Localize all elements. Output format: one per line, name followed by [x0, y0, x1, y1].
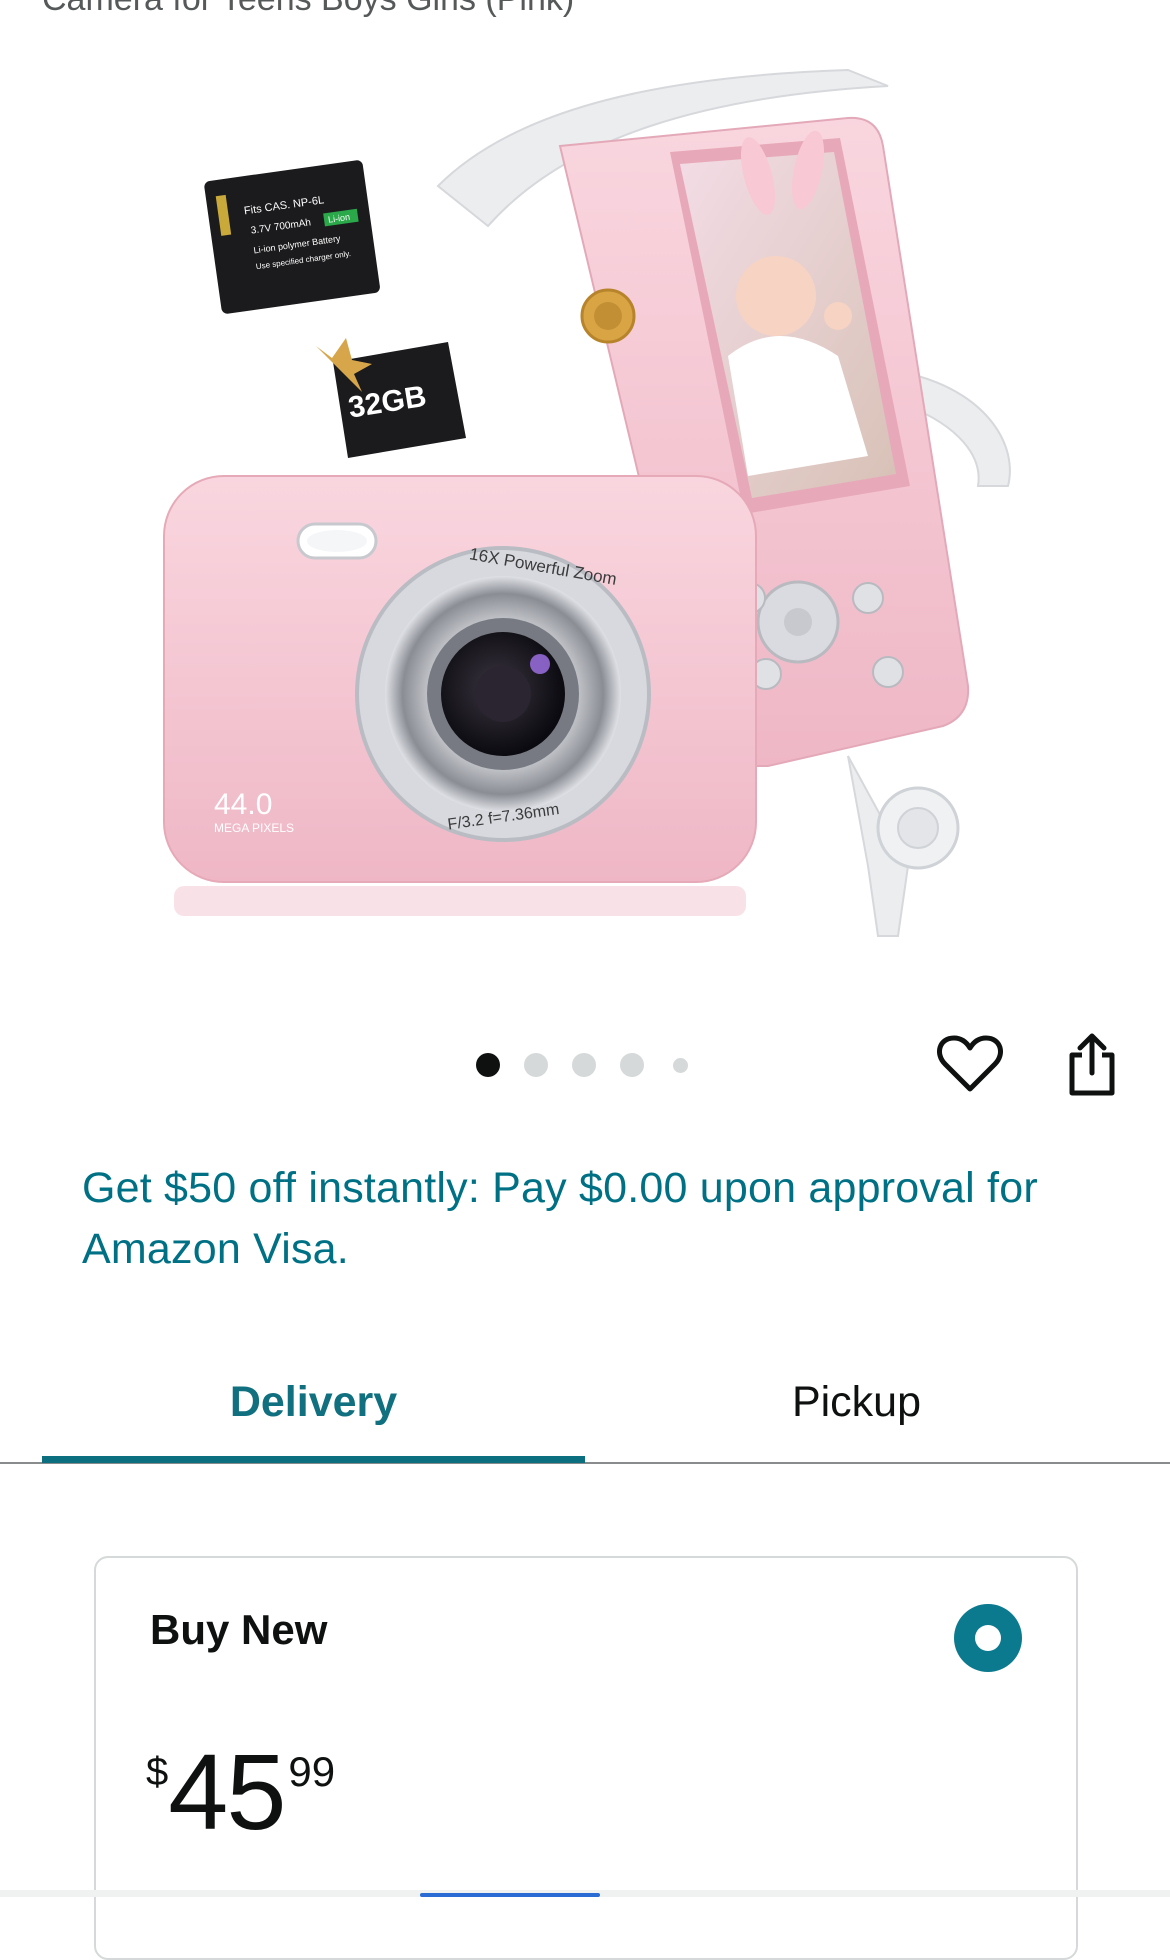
- tab-active-indicator: [42, 1456, 585, 1463]
- share-button[interactable]: [1054, 1028, 1130, 1100]
- megapixels-value: 44.0: [214, 788, 272, 821]
- product-title: Camera for Teens Boys Girls (Pink): [42, 0, 574, 19]
- camera-front: 16X Powerful Zoom F/3.2 f=7.36mm 44.0 ME…: [163, 475, 757, 916]
- tab-delivery[interactable]: Delivery: [42, 1340, 585, 1464]
- carousel-dot[interactable]: [620, 1053, 644, 1077]
- price: $ 45 99: [146, 1738, 335, 1846]
- memory-card-accessory: 32GB: [316, 338, 466, 458]
- wishlist-button[interactable]: [932, 1028, 1008, 1100]
- buy-new-option[interactable]: Buy New $ 45 99: [94, 1556, 1078, 1960]
- price-fraction: 99: [288, 1748, 336, 1795]
- camera-illustration: OK Fits CAS. NP-6L 3.7V 700mAh Li-ion Li…: [163, 68, 1011, 937]
- fulfillment-tabs: Delivery Pickup: [0, 1340, 1170, 1464]
- buy-new-radio[interactable]: [954, 1604, 1022, 1672]
- heart-outline-icon: [937, 1035, 1003, 1092]
- buy-option-title: Buy New: [150, 1606, 328, 1653]
- bottom-bar-indicator: [420, 1893, 600, 1897]
- share-icon: [1069, 1033, 1115, 1096]
- megapixels-label: MEGA PIXELS: [214, 821, 294, 835]
- battery-accessory: Fits CAS. NP-6L 3.7V 700mAh Li-ion Li-io…: [204, 160, 380, 314]
- carousel-dot[interactable]: [673, 1058, 688, 1073]
- radio-selected-dot: [975, 1625, 1001, 1651]
- carousel-dot[interactable]: [572, 1053, 596, 1077]
- carousel-dot[interactable]: [476, 1053, 500, 1077]
- product-image[interactable]: OK Fits CAS. NP-6L 3.7V 700mAh Li-ion Li…: [148, 66, 1020, 938]
- price-symbol: $: [146, 1750, 169, 1794]
- price-whole: 45: [168, 1731, 286, 1852]
- visa-promo-link[interactable]: Get $50 off instantly: Pay $0.00 upon ap…: [82, 1158, 1082, 1280]
- tab-pickup[interactable]: Pickup: [585, 1340, 1128, 1464]
- carousel-dot[interactable]: [524, 1053, 548, 1077]
